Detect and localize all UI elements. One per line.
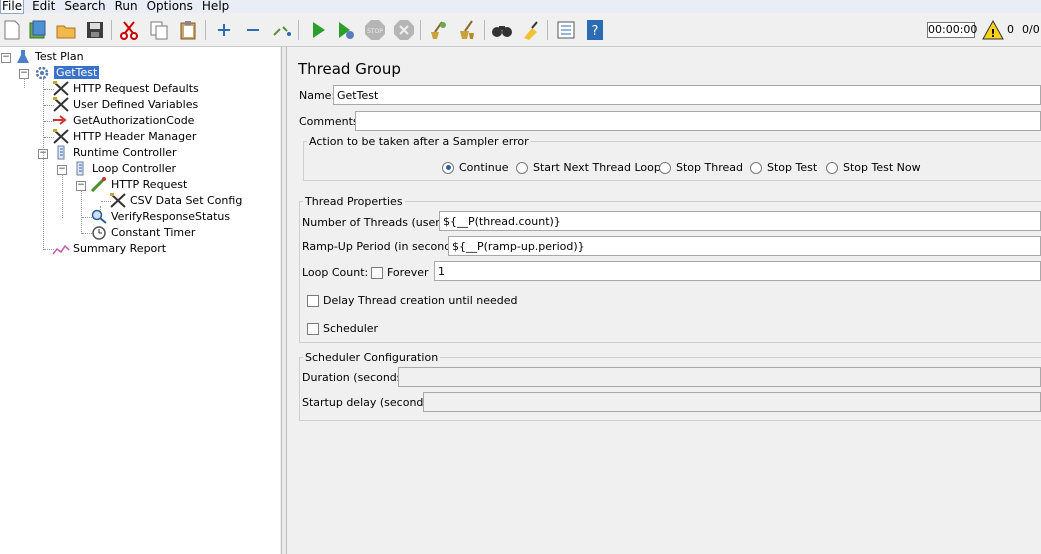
tree-node-csv-data-set-config[interactable]: CSV Data Set Config bbox=[109, 193, 242, 208]
scheduler-config-legend: Scheduler Configuration bbox=[305, 351, 439, 364]
sampler-error-group: Action to be taken after a Sampler error bbox=[303, 135, 1041, 181]
tree-node-verify-response-status[interactable]: VerifyResponseStatus bbox=[90, 209, 230, 224]
menu-run[interactable]: Run bbox=[114, 0, 139, 13]
config-icon bbox=[52, 129, 70, 144]
sampler-error-legend: Action to be taken after a Sampler error bbox=[309, 135, 529, 148]
start-no-pause-icon[interactable] bbox=[334, 19, 358, 41]
search-icon[interactable] bbox=[490, 19, 514, 41]
open-icon[interactable] bbox=[54, 19, 78, 41]
menu-edit[interactable]: Edit bbox=[31, 0, 56, 13]
startup-delay-field[interactable] bbox=[423, 392, 1041, 412]
toolbar: STOP ? 00:00:00 ! 0 0/0 bbox=[0, 14, 1041, 47]
svg-text:?: ? bbox=[592, 24, 599, 39]
loop-count-field[interactable]: 1 bbox=[434, 261, 1041, 281]
tree-node-constant-timer[interactable]: Constant Timer bbox=[90, 225, 195, 240]
svg-text:STOP: STOP bbox=[367, 28, 383, 35]
warning-count: 0 bbox=[1007, 23, 1014, 36]
clear-icon[interactable] bbox=[426, 19, 450, 41]
function-helper-icon[interactable] bbox=[554, 19, 578, 41]
reset-search-icon[interactable] bbox=[519, 19, 543, 41]
radio-continue[interactable]: Continue bbox=[442, 161, 508, 174]
radio-stop-test-now[interactable]: Stop Test Now bbox=[826, 161, 921, 174]
copy-icon[interactable] bbox=[147, 19, 171, 41]
save-icon[interactable] bbox=[83, 19, 107, 41]
start-icon[interactable] bbox=[306, 19, 330, 41]
tree-node-user-defined-variables[interactable]: User Defined Variables bbox=[52, 97, 198, 112]
tree-node-http-request[interactable]: HTTP Request bbox=[90, 177, 187, 192]
controller-icon bbox=[52, 145, 70, 160]
tree-node-http-request-defaults[interactable]: HTTP Request Defaults bbox=[52, 81, 199, 96]
svg-text:!: ! bbox=[990, 27, 995, 40]
paste-icon[interactable] bbox=[176, 19, 200, 41]
menu-bar: File Edit Search Run Options Help bbox=[0, 0, 1041, 14]
delay-thread-checkbox[interactable]: Delay Thread creation until needed bbox=[307, 294, 518, 307]
comments-label: Comments: bbox=[299, 115, 363, 128]
radio-stop-thread[interactable]: Stop Thread bbox=[659, 161, 743, 174]
config-icon bbox=[109, 193, 127, 208]
scheduler-checkbox[interactable]: Scheduler bbox=[307, 322, 378, 335]
startup-delay-label: Startup delay (seconds) bbox=[302, 396, 434, 409]
comments-field[interactable] bbox=[355, 111, 1041, 131]
test-plan-tree: − − − − − Test Plan GetTest HTTP Request… bbox=[0, 47, 280, 554]
shutdown-icon[interactable] bbox=[392, 19, 416, 41]
name-label: Name: bbox=[299, 89, 336, 102]
tree-node-runtime-controller[interactable]: Runtime Controller bbox=[52, 145, 177, 160]
tree-node-test-plan[interactable]: Test Plan bbox=[14, 49, 84, 64]
module-arrow-icon bbox=[52, 113, 70, 128]
menu-options[interactable]: Options bbox=[146, 0, 194, 13]
threads-label: Number of Threads (users): bbox=[302, 216, 454, 229]
sampler-icon bbox=[90, 177, 108, 192]
tree-node-summary-report[interactable]: Summary Report bbox=[52, 241, 166, 256]
timer-icon bbox=[90, 225, 108, 240]
forever-checkbox[interactable]: Forever bbox=[371, 266, 429, 279]
radio-stop-test[interactable]: Stop Test bbox=[750, 161, 817, 174]
menu-file[interactable]: File bbox=[0, 0, 25, 14]
clear-all-icon[interactable] bbox=[455, 19, 479, 41]
warning-icon[interactable]: ! bbox=[982, 19, 1004, 43]
collapse-toggle-icon[interactable]: − bbox=[1, 53, 11, 63]
test-plan-icon bbox=[14, 49, 32, 64]
toggle-icon[interactable] bbox=[270, 19, 294, 41]
panel-title: Thread Group bbox=[298, 60, 401, 78]
tree-node-gettest[interactable]: GetTest bbox=[33, 65, 100, 80]
menu-search[interactable]: Search bbox=[63, 0, 106, 13]
radio-start-next-thread-loop[interactable]: Start Next Thread Loop bbox=[516, 161, 661, 174]
loop-count-label: Loop Count: bbox=[302, 266, 369, 279]
elapsed-timer: 00:00:00 bbox=[927, 22, 978, 38]
new-icon[interactable] bbox=[0, 19, 24, 41]
stop-icon[interactable]: STOP bbox=[363, 19, 387, 41]
tree-node-http-header-manager[interactable]: HTTP Header Manager bbox=[52, 129, 196, 144]
expand-icon[interactable] bbox=[212, 19, 236, 41]
duration-field[interactable] bbox=[398, 367, 1041, 387]
thread-group-panel: Thread Group Name: GetTest Comments: Act… bbox=[287, 47, 1041, 554]
assertion-icon bbox=[90, 209, 108, 224]
cut-icon[interactable] bbox=[117, 19, 141, 41]
help-icon[interactable]: ? bbox=[583, 19, 607, 41]
tree-node-get-authorization-code[interactable]: GetAuthorizationCode bbox=[52, 113, 194, 128]
duration-label: Duration (seconds) bbox=[302, 371, 407, 384]
tree-node-loop-controller[interactable]: Loop Controller bbox=[71, 161, 176, 176]
rampup-field[interactable]: ${__P(ramp-up.period)} bbox=[448, 236, 1041, 256]
config-icon bbox=[52, 81, 70, 96]
thread-properties-legend: Thread Properties bbox=[305, 195, 403, 208]
listener-icon bbox=[52, 241, 70, 256]
threads-field[interactable]: ${__P(thread.count)} bbox=[439, 211, 1041, 231]
templates-icon[interactable] bbox=[26, 19, 50, 41]
thread-count: 0/0 bbox=[1022, 23, 1040, 36]
name-field[interactable]: GetTest bbox=[333, 85, 1041, 105]
thread-group-icon bbox=[33, 65, 51, 80]
menu-help[interactable]: Help bbox=[201, 0, 230, 13]
rampup-label: Ramp-Up Period (in seconds): bbox=[302, 240, 465, 253]
config-icon bbox=[52, 97, 70, 112]
controller-icon bbox=[71, 161, 89, 176]
collapse-icon[interactable] bbox=[241, 19, 265, 41]
